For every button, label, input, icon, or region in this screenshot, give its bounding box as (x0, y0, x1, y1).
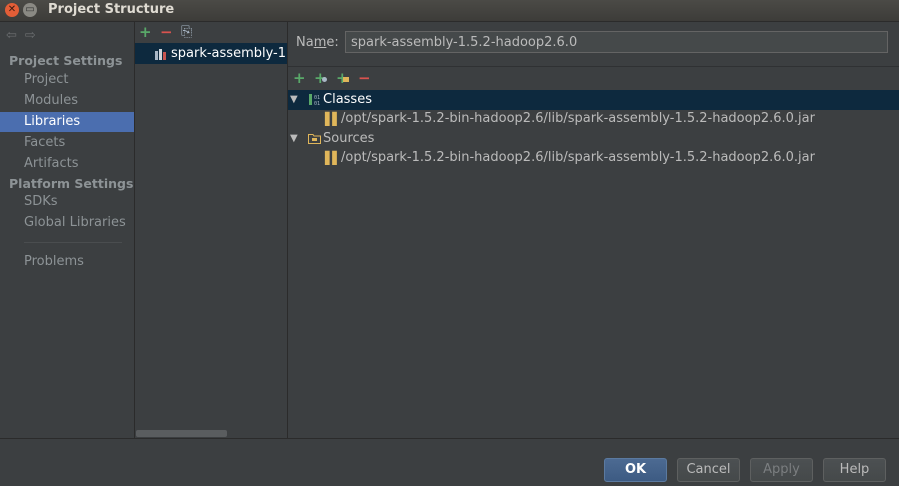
ok-button[interactable]: OK (604, 458, 667, 482)
tree-node-classes[interactable]: ▼ 01 01 Classes (288, 90, 899, 110)
library-icon (155, 43, 167, 64)
jar-path: /opt/spark-1.5.2-bin-hadoop2.6/lib/spark… (341, 111, 815, 126)
horizontal-scrollbar[interactable] (136, 430, 227, 437)
sidebar-divider (24, 242, 122, 243)
svg-text:01: 01 (314, 101, 320, 107)
forward-arrow-icon[interactable]: ⇨ (25, 28, 36, 43)
folder-icon (308, 129, 321, 150)
remove-library-icon[interactable]: − (160, 24, 173, 40)
library-name-input[interactable] (345, 31, 888, 53)
add-library-icon[interactable]: + (139, 24, 152, 40)
back-arrow-icon[interactable]: ⇦ (6, 28, 17, 43)
jar-path: /opt/spark-1.5.2-bin-hadoop2.6/lib/spark… (341, 150, 815, 165)
sidebar-item-modules[interactable]: Modules (0, 91, 134, 111)
sidebar-item-sdks[interactable]: SDKs (0, 192, 134, 212)
sidebar-item-global-libraries[interactable]: Global Libraries (0, 213, 134, 233)
expand-caret-icon[interactable]: ▼ (290, 90, 298, 110)
apply-button[interactable]: Apply (750, 458, 813, 482)
detail-divider (288, 66, 899, 67)
tree-item-jar[interactable]: ▌▌ /opt/spark-1.5.2-bin-hadoop2.6/lib/sp… (288, 109, 899, 129)
sidebar-item-artifacts[interactable]: Artifacts (0, 154, 134, 174)
add-root-icon[interactable]: + (293, 70, 306, 86)
library-item[interactable]: spark-assembly-1.5.2-hadoop2.6.0 (135, 43, 287, 64)
copy-library-icon[interactable]: ⎘ (181, 24, 192, 40)
settings-sidebar: ⇦ ⇨ Project Settings Project Modules Libr… (0, 22, 135, 438)
jar-icon: ▌▌ (325, 151, 342, 165)
name-label: Name: (296, 35, 339, 50)
library-detail-panel: Name: + + + − ▼ 01 01 Classes ▌▌ /opt/sp… (288, 22, 899, 438)
tree-node-label: Classes (323, 92, 372, 107)
close-window-icon[interactable]: ✕ (5, 3, 19, 17)
jar-icon: ▌▌ (325, 112, 342, 126)
maximize-window-icon[interactable]: ▭ (23, 3, 37, 17)
add-jar-icon[interactable]: + (314, 70, 327, 86)
dialog-footer: OK Cancel Apply Help (0, 438, 899, 486)
sidebar-item-problems[interactable]: Problems (0, 252, 134, 272)
cancel-button[interactable]: Cancel (677, 458, 740, 482)
platform-settings-header: Platform Settings (9, 176, 134, 191)
window-title: Project Structure (48, 2, 175, 17)
library-list-panel: + − ⎘ spark-assembly-1.5.2-hadoop2.6.0 (135, 22, 288, 438)
expand-caret-icon[interactable]: ▼ (290, 129, 298, 149)
nav-arrows: ⇦ ⇨ (6, 28, 44, 43)
library-item-label: spark-assembly-1.5.2-hadoop2.6.0 (171, 46, 287, 61)
tree-item-jar[interactable]: ▌▌ /opt/spark-1.5.2-bin-hadoop2.6/lib/sp… (288, 148, 899, 168)
sidebar-item-libraries[interactable]: Libraries (0, 112, 134, 132)
title-bar: ✕ ▭ Project Structure (0, 0, 899, 22)
tree-node-sources[interactable]: ▼ Sources (288, 129, 899, 149)
sidebar-item-facets[interactable]: Facets (0, 133, 134, 153)
add-folder-icon[interactable]: + (336, 70, 349, 86)
tree-node-label: Sources (323, 131, 375, 146)
project-settings-header: Project Settings (9, 53, 123, 68)
sidebar-item-project[interactable]: Project (0, 70, 134, 90)
help-button[interactable]: Help (823, 458, 886, 482)
remove-root-icon[interactable]: − (358, 70, 371, 86)
